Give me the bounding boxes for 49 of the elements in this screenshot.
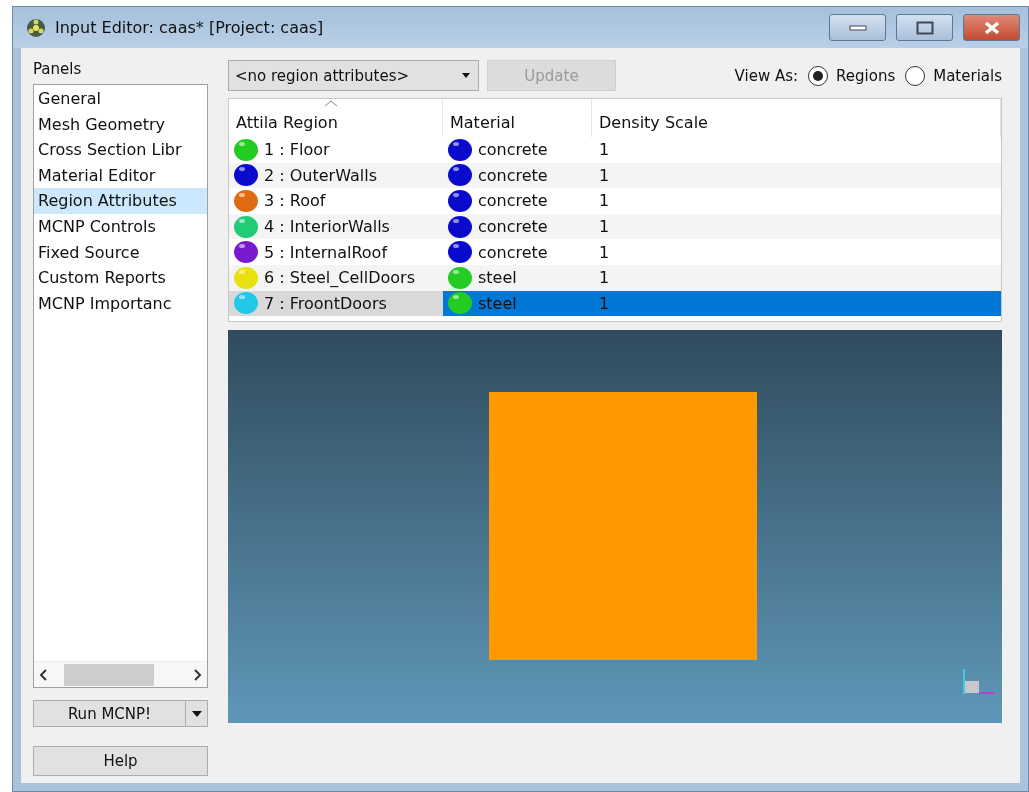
help-button[interactable]: Help [33,746,208,776]
caret-icon [191,710,202,717]
minimize-icon [848,24,867,31]
table-cell[interactable]: 2 : OuterWalls [229,162,443,189]
run-button[interactable]: Run MCNP! [33,700,186,727]
table-cell[interactable]: 1 [592,213,1001,240]
app-logo-icon [25,17,47,38]
panel-item[interactable]: Region Attributes [34,188,207,214]
panel-item[interactable]: Mesh Geometry [34,111,207,138]
table-cell[interactable]: 1 [592,290,1001,317]
table-cell[interactable]: 5 : InternalRoof [229,239,443,265]
close-icon [983,20,1000,35]
table-cell[interactable]: 3 : Roof [229,188,443,214]
horizontal-scrollbar[interactable] [34,661,207,687]
table-cell[interactable]: concrete [443,188,592,214]
close-button[interactable] [963,14,1020,41]
minimize-button[interactable] [829,14,886,41]
view-radio[interactable]: Regions [808,65,896,86]
table-cell[interactable]: 7 : FroontDoors [229,290,443,317]
panel-item[interactable]: MCNP Importanc [34,290,207,317]
panel-item[interactable]: Cross Section Libr [34,137,207,163]
table-cell[interactable]: concrete [443,213,592,240]
table-cell[interactable]: 1 [592,162,1001,189]
panel-item[interactable]: MCNP Controls [34,213,207,240]
attributes-dropdown[interactable]: <no region attributes> [228,60,479,91]
table-cell[interactable]: 6 : Steel_CellDoors [229,264,443,291]
caret-icon [462,73,470,78]
view-radio[interactable]: Materials [905,65,1002,86]
table-cell[interactable]: concrete [443,137,592,163]
panel-item[interactable]: Fixed Source [34,239,207,266]
table-cell[interactable]: 1 [592,188,1001,214]
panel-item[interactable]: General [34,86,207,112]
panel-item[interactable]: Custom Reports [34,265,207,291]
panels-label: Panels [33,60,83,78]
table-cell[interactable]: 1 [592,137,1001,163]
table-cell[interactable]: 1 [592,264,1001,291]
table-cell[interactable]: 4 : InteriorWalls [229,213,443,240]
table-cell[interactable]: 1 [592,239,1001,265]
dropdown-button[interactable] [186,700,208,727]
table-cell[interactable]: concrete [443,239,592,265]
panel-item[interactable]: Material Editor [34,162,207,189]
view-as-label: View As: [734,66,799,85]
table-cell[interactable]: concrete [443,162,592,189]
table-cell[interactable]: 1 : Floor [229,137,443,163]
table-cell[interactable]: steel [443,290,592,317]
maximize-button[interactable] [896,14,953,41]
maximize-icon [915,20,934,35]
table-cell[interactable]: steel [443,264,592,291]
window-title: Input Editor: caas* [Project: caas] [55,18,325,37]
